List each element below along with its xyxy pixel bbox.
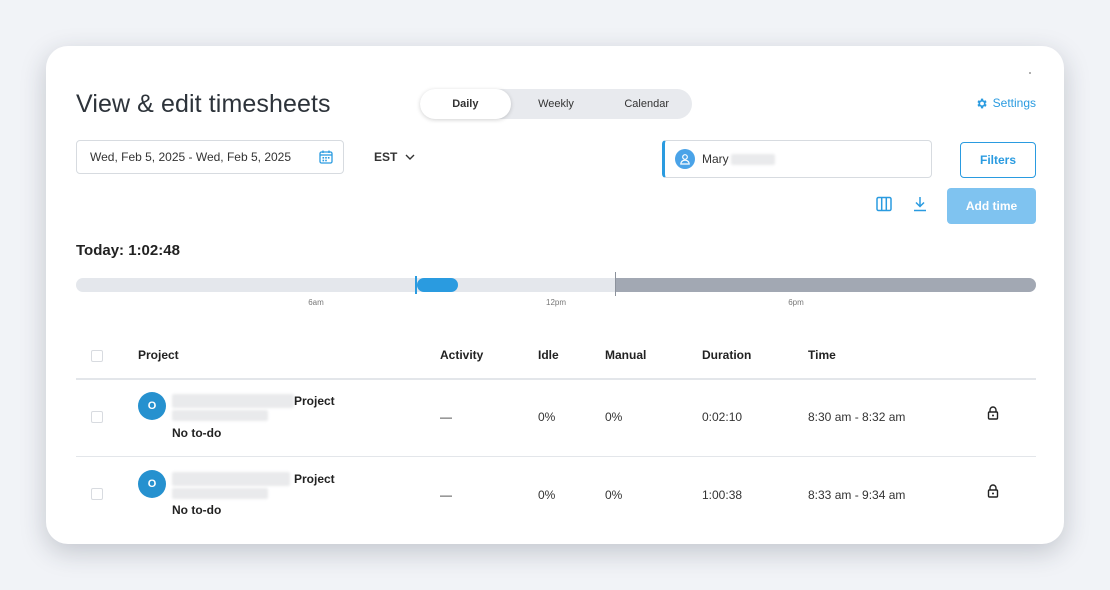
manual-value: 0% xyxy=(605,488,623,502)
user-avatar xyxy=(675,149,695,169)
tab-calendar[interactable]: Calendar xyxy=(601,89,692,119)
download-icon[interactable] xyxy=(912,196,928,212)
timezone-value: EST xyxy=(374,150,398,164)
menu-dot xyxy=(1029,72,1031,74)
col-activity: Activity xyxy=(440,348,484,362)
add-time-button[interactable]: Add time xyxy=(947,188,1036,224)
time-range-value: 8:33 am - 9:34 am xyxy=(808,488,906,502)
filters-button[interactable]: Filters xyxy=(960,142,1036,178)
user-icon xyxy=(680,154,690,165)
manual-value: 0% xyxy=(605,410,623,424)
today-total: Today: 1:02:48 xyxy=(76,242,180,259)
chevron-down-icon xyxy=(405,154,415,160)
settings-label: Settings xyxy=(992,96,1036,110)
col-manual: Manual xyxy=(605,348,647,362)
redacted-project-name xyxy=(172,394,294,408)
view-switcher: Daily Weekly Calendar xyxy=(420,89,692,119)
col-duration: Duration xyxy=(702,348,752,362)
tick-12pm: 12pm xyxy=(545,298,567,307)
activity-value: — xyxy=(440,410,452,424)
timeline-now-marker xyxy=(615,272,616,296)
col-time: Time xyxy=(808,348,836,362)
select-all-checkbox[interactable] xyxy=(91,350,103,362)
member-select[interactable]: Mary xyxy=(662,140,932,178)
timeline-tracked-block[interactable] xyxy=(417,278,458,292)
col-project: Project xyxy=(138,348,179,362)
row-checkbox[interactable] xyxy=(91,411,103,423)
tab-weekly[interactable]: Weekly xyxy=(511,89,602,119)
activity-value: — xyxy=(440,488,452,502)
day-timeline: 6am 12pm 6pm xyxy=(76,272,1036,307)
redacted-client-name xyxy=(172,488,268,499)
timezone-select[interactable]: EST xyxy=(374,150,415,164)
tick-6am: 6am xyxy=(308,298,324,307)
time-range-value: 8:30 am - 8:32 am xyxy=(808,410,906,424)
lock-icon[interactable] xyxy=(987,484,999,498)
table-row[interactable]: O Project No to-do — 0% 0% 0:02:10 8:30 … xyxy=(76,380,1036,456)
redacted-surname xyxy=(730,153,775,165)
timesheets-card: View & edit timesheets Daily Weekly Cale… xyxy=(46,46,1064,544)
page-title: View & edit timesheets xyxy=(76,90,331,118)
settings-link[interactable]: Settings xyxy=(975,96,1036,110)
calendar-icon xyxy=(319,150,333,164)
date-range-picker[interactable]: Wed, Feb 5, 2025 - Wed, Feb 5, 2025 xyxy=(76,140,344,174)
tick-6pm: 6pm xyxy=(788,298,804,307)
table-row[interactable]: O Project No to-do — 0% 0% 1:00:38 8:33 … xyxy=(76,457,1036,533)
duration-value: 1:00:38 xyxy=(702,488,743,502)
redacted-project-name xyxy=(172,472,290,486)
idle-value: 0% xyxy=(538,488,556,502)
project-label: Project xyxy=(294,394,335,408)
lock-icon[interactable] xyxy=(987,406,999,420)
member-name: Mary xyxy=(702,152,729,166)
todo-label: No to-do xyxy=(172,503,222,517)
redacted-client-name xyxy=(172,410,268,421)
tab-daily[interactable]: Daily xyxy=(420,89,511,119)
timeline-future-segment xyxy=(615,278,1036,292)
project-avatar: O xyxy=(138,392,166,420)
project-avatar: O xyxy=(138,470,166,498)
duration-value: 0:02:10 xyxy=(702,410,743,424)
todo-label: No to-do xyxy=(172,426,222,440)
row-checkbox[interactable] xyxy=(91,488,103,500)
date-range-text: Wed, Feb 5, 2025 - Wed, Feb 5, 2025 xyxy=(90,150,292,164)
project-label: Project xyxy=(294,472,335,486)
columns-icon[interactable] xyxy=(876,196,892,212)
col-idle: Idle xyxy=(538,348,559,362)
idle-value: 0% xyxy=(538,410,556,424)
gear-icon xyxy=(977,98,987,108)
